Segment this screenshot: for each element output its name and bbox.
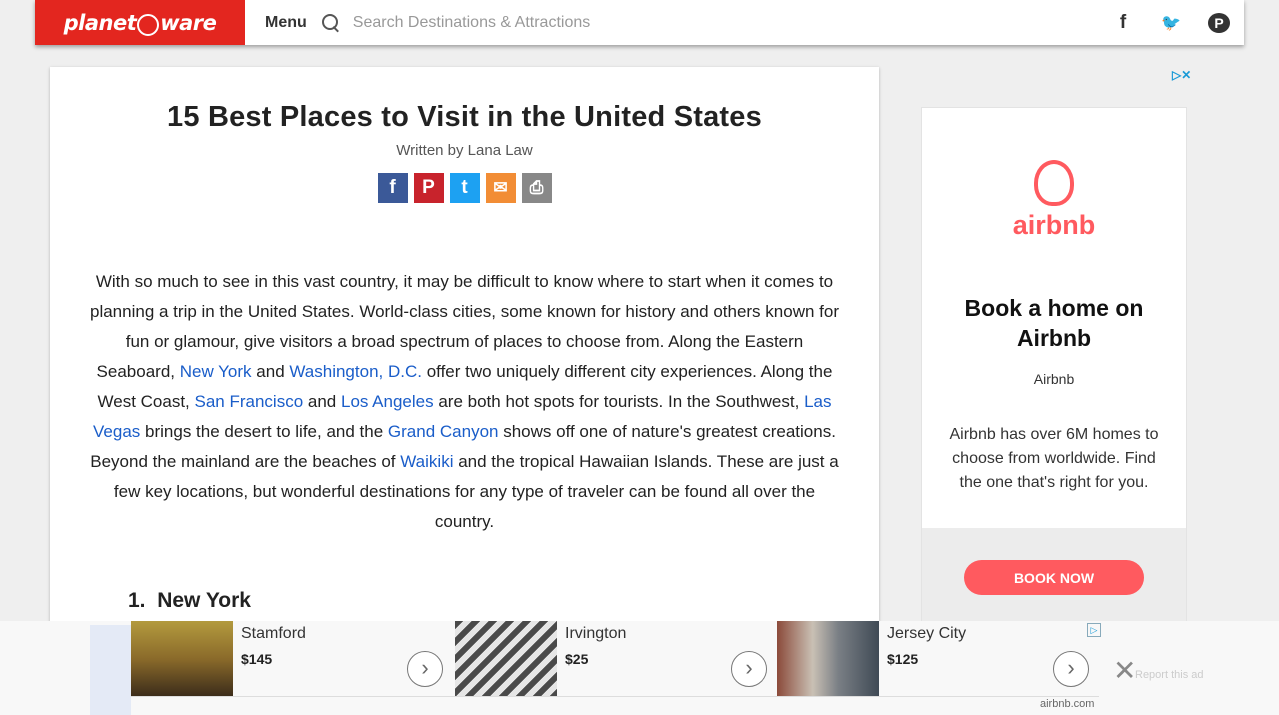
author-byline: Written by Lana Law — [396, 142, 533, 159]
search-input[interactable] — [352, 13, 773, 32]
destination-link[interactable]: Waikiki — [400, 452, 453, 471]
logo-text-right: ware — [160, 10, 217, 35]
chevron-right-icon[interactable]: › — [1053, 651, 1089, 687]
share-pinterest-icon[interactable]: P — [413, 173, 444, 203]
listing-city: Irvington — [565, 625, 627, 642]
facebook-icon[interactable]: f — [1112, 12, 1134, 34]
ad-source[interactable]: airbnb.com — [1040, 698, 1094, 710]
logo-text-left: planet — [63, 10, 137, 35]
ad-headline[interactable]: Book a home on Airbnb — [922, 293, 1186, 353]
report-ad-link[interactable]: Report this ad — [1135, 669, 1203, 681]
ad-description: Airbnb has over 6M homes to choose from … — [949, 426, 1159, 491]
twitter-icon[interactable]: 🐦 — [1160, 13, 1182, 33]
sidebar-ad[interactable]: airbnb Book a home on Airbnb Airbnb Airb… — [921, 107, 1187, 632]
search-icon[interactable] — [321, 13, 341, 33]
menu-button[interactable]: Menu — [265, 14, 307, 32]
divider — [131, 696, 1099, 697]
ad-accent-strip — [90, 625, 131, 715]
destination-link[interactable]: New York — [180, 362, 252, 381]
ad-brand: airbnb — [1012, 210, 1096, 240]
article-card: 15 Best Places to Visit in the United St… — [50, 67, 879, 715]
airbnb-logo-icon — [1034, 160, 1074, 206]
page-title: 15 Best Places to Visit in the United St… — [167, 101, 762, 133]
share-facebook-icon[interactable]: f — [377, 173, 408, 203]
bottom-ad-bar: Stamford $145 › Irvington $25 › Jersey C… — [0, 621, 1279, 715]
top-navigation-bar: planet ware Menu f 🐦 P — [35, 0, 1244, 45]
globe-icon — [137, 13, 160, 36]
intro-text: and — [303, 392, 341, 411]
social-links: f 🐦 P — [1112, 12, 1230, 34]
destination-link[interactable]: Grand Canyon — [388, 422, 499, 441]
chevron-right-icon[interactable]: › — [731, 651, 767, 687]
destination-link[interactable]: San Francisco — [195, 392, 304, 411]
listing-city: Jersey City — [887, 625, 967, 642]
listing-card[interactable]: Stamford $145 › — [131, 621, 453, 697]
listing-photo — [777, 621, 879, 697]
section-number: 1. — [128, 589, 146, 612]
listing-card[interactable]: Jersey City $125 › — [777, 621, 1099, 697]
share-email-icon[interactable]: ✉ — [485, 173, 516, 203]
share-buttons: f P t ✉ ⎙ — [50, 173, 879, 203]
ad-advertiser: Airbnb — [1033, 371, 1075, 387]
share-twitter-icon[interactable]: t — [449, 173, 480, 203]
listing-city: Stamford — [241, 625, 306, 642]
adchoices-icon[interactable]: ▷✕ — [1172, 68, 1191, 82]
chevron-right-icon[interactable]: › — [407, 651, 443, 687]
intro-paragraph: With so much to see in this vast country… — [85, 267, 845, 537]
listing-photo — [455, 621, 557, 697]
book-now-button[interactable]: BOOK NOW — [964, 560, 1144, 595]
listing-info: Irvington $25 › — [557, 621, 777, 697]
adchoices-icon[interactable]: ▷ — [1087, 623, 1101, 637]
destination-link[interactable]: Los Angeles — [341, 392, 434, 411]
intro-text: are both hot spots for tourists. In the … — [433, 392, 805, 411]
ad-cta-area: BOOK NOW — [922, 528, 1186, 632]
destination-link[interactable]: Washington, D.C. — [289, 362, 422, 381]
section-title: New York — [157, 589, 251, 612]
site-logo[interactable]: planet ware — [35, 0, 245, 45]
listing-card[interactable]: Irvington $25 › — [455, 621, 777, 697]
intro-text: brings the desert to life, and the — [140, 422, 388, 441]
close-icon[interactable]: ✕ — [1113, 654, 1136, 687]
listing-info: Stamford $145 › — [233, 621, 453, 697]
listing-photo — [131, 621, 233, 697]
print-icon[interactable]: ⎙ — [521, 173, 552, 203]
section-heading: 1. New York — [128, 589, 879, 613]
intro-text: and — [251, 362, 290, 381]
listing-info: Jersey City $125 › — [879, 621, 1099, 697]
pinterest-icon[interactable]: P — [1208, 12, 1230, 33]
